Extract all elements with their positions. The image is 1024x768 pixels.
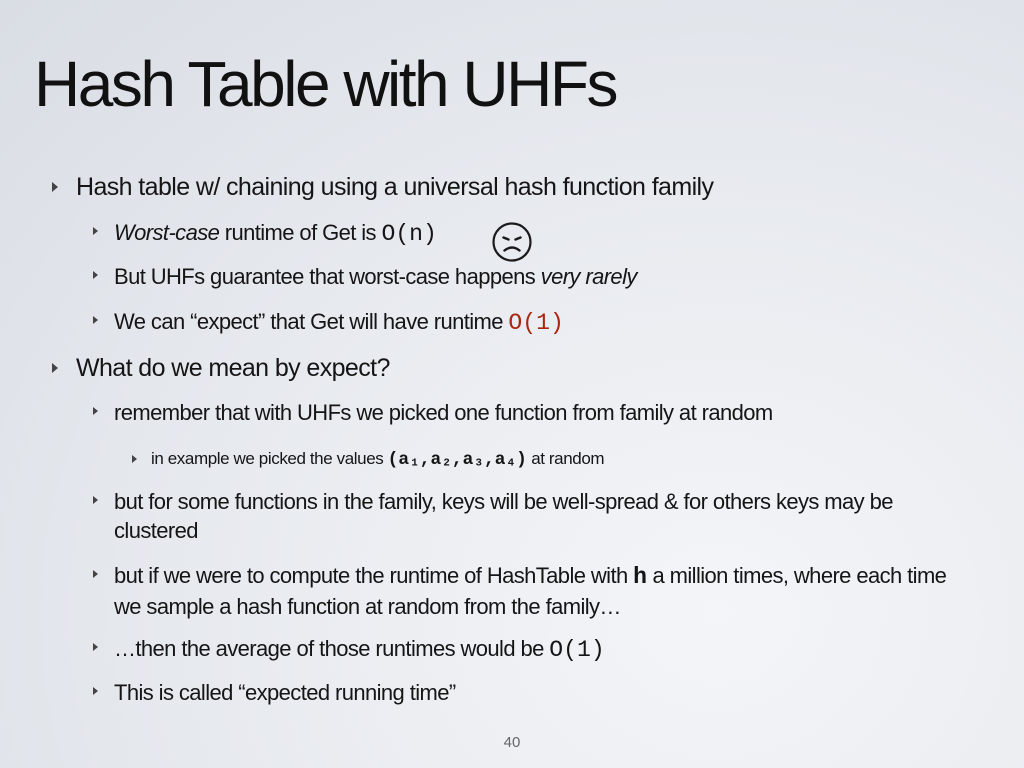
code-o-1-red: O(1) bbox=[508, 310, 564, 336]
bullet-hash-table-chaining: Hash table w/ chaining using a universal… bbox=[52, 172, 714, 202]
bullet-well-spread-clustered: but for some functions in the family, ke… bbox=[93, 487, 964, 545]
worst-case-italic: Worst-case bbox=[114, 220, 220, 245]
bullet-what-do-we-mean: What do we mean by expect? bbox=[52, 353, 390, 383]
very-rarely-italic: very rarely bbox=[540, 264, 638, 289]
bullet-arrow-icon bbox=[93, 687, 98, 695]
bullet-arrow-icon bbox=[93, 271, 98, 279]
bullet-arrow-icon bbox=[93, 407, 98, 415]
code-h: h bbox=[633, 564, 647, 590]
bullet-arrow-icon bbox=[52, 182, 58, 192]
bullet-arrow-icon bbox=[93, 496, 98, 504]
bullet-text: But UHFs guarantee that worst-case happe… bbox=[114, 264, 541, 289]
bullet-text: Hash table w/ chaining using a universal… bbox=[76, 173, 714, 201]
bullet-text: What do we mean by expect? bbox=[76, 354, 390, 382]
bullet-million-times: but if we were to compute the runtime of… bbox=[93, 561, 964, 621]
bullet-text: in example we picked the values bbox=[151, 449, 388, 468]
bullet-average-runtimes: …then the average of those runtimes woul… bbox=[93, 634, 964, 665]
bullet-text: This is called “expected running time” bbox=[114, 680, 456, 705]
slide-title: Hash Table with UHFs bbox=[34, 48, 618, 120]
bullet-expect-runtime: We can “expect” that Get will have runti… bbox=[93, 307, 964, 338]
bullet-text: but if we were to compute the runtime of… bbox=[114, 563, 634, 588]
bullet-arrow-icon bbox=[52, 363, 58, 373]
bullet-arrow-icon bbox=[93, 570, 98, 578]
bullet-arrow-icon bbox=[93, 227, 98, 235]
bullet-remember-uhfs: remember that with UHFs we picked one fu… bbox=[93, 398, 964, 427]
sad-face-icon bbox=[492, 222, 532, 262]
bullet-uhf-guarantee: But UHFs guarantee that worst-case happe… bbox=[93, 262, 964, 291]
bullet-expected-running-time: This is called “expected running time” bbox=[93, 678, 964, 707]
bullet-arrow-icon bbox=[93, 316, 98, 324]
bullet-arrow-icon bbox=[132, 455, 137, 463]
bullet-text: runtime of Get is bbox=[219, 220, 382, 245]
bullet-arrow-icon bbox=[93, 643, 98, 651]
bullet-worst-case: Worst-case runtime of Get is O(n) bbox=[93, 218, 964, 249]
bullet-example-values: in example we picked the values (a₁,a₂,a… bbox=[132, 447, 605, 472]
code-o-n: O(n) bbox=[381, 221, 437, 247]
code-a-values: (a₁,a₂,a₃,a₄) bbox=[387, 450, 527, 470]
page-number: 40 bbox=[503, 734, 521, 751]
bullet-text: We can “expect” that Get will have runti… bbox=[114, 309, 509, 334]
code-o-1: O(1) bbox=[549, 637, 605, 663]
bullet-text: but for some functions in the family, ke… bbox=[114, 489, 893, 543]
bullet-text: remember that with UHFs we picked one fu… bbox=[114, 400, 773, 425]
bullet-text-tail: at random bbox=[526, 449, 605, 468]
bullet-text: …then the average of those runtimes woul… bbox=[114, 636, 550, 661]
